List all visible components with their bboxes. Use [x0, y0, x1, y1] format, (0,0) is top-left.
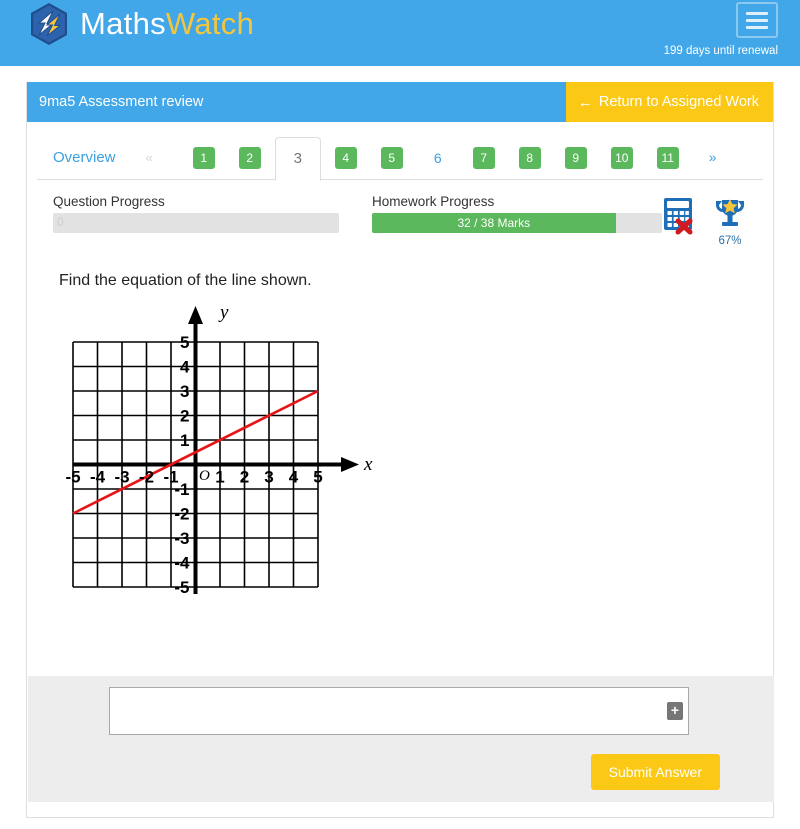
axes — [73, 306, 359, 594]
svg-text:5: 5 — [180, 333, 189, 352]
tab-question-5[interactable]: 5 — [380, 146, 403, 169]
brand-name-primary: Maths — [80, 6, 166, 41]
svg-text:1: 1 — [180, 431, 189, 450]
tab-next-page[interactable]: » — [699, 136, 727, 179]
assessment-card: 9ma5 Assessment review ← Return to Assig… — [26, 82, 774, 818]
y-axis-label: y — [218, 302, 229, 323]
tab-question-7[interactable]: 7 — [472, 146, 495, 169]
hamburger-bar — [746, 18, 768, 22]
status-badges: 67% — [661, 196, 749, 247]
question-progress: Question Progress 0 — [53, 194, 339, 233]
return-button-label: Return to Assigned Work — [598, 94, 759, 110]
brand-name-secondary: Watch — [165, 6, 255, 41]
hamburger-bar — [746, 25, 768, 29]
trophy-star-icon — [716, 199, 744, 226]
question-progress-bar: 0 — [53, 213, 339, 233]
tab-question-3[interactable]: 3 — [274, 136, 321, 181]
tab-question-4[interactable]: 4 — [334, 146, 357, 169]
answer-zone: + — [28, 676, 774, 746]
question-progress-value: 0 — [57, 215, 64, 229]
app-header: MathsWatch 199 days until renewal — [0, 0, 800, 66]
svg-text:2: 2 — [240, 468, 249, 487]
return-to-assigned-work-button[interactable]: ← Return to Assigned Work — [565, 82, 773, 122]
svg-text:-4: -4 — [174, 554, 190, 573]
svg-text:-3: -3 — [174, 529, 189, 548]
hamburger-bar — [746, 11, 768, 15]
tab-overview[interactable]: Overview — [43, 136, 126, 179]
svg-text:5: 5 — [313, 468, 322, 487]
submit-zone: Submit Answer — [28, 746, 774, 802]
answer-input[interactable] — [109, 687, 689, 735]
svg-text:-3: -3 — [114, 468, 129, 487]
mathswatch-hexagon-logo — [28, 2, 70, 46]
submit-answer-button[interactable]: Submit Answer — [590, 754, 720, 790]
progress-area: Question Progress 0 Homework Progress 32… — [27, 194, 773, 254]
svg-text:-5: -5 — [65, 468, 80, 487]
y-axis-arrow — [188, 306, 203, 324]
svg-text:-2: -2 — [174, 505, 189, 524]
question-prompt: Find the equation of the line shown. — [59, 272, 312, 289]
svg-text:-4: -4 — [90, 468, 106, 487]
svg-text:4: 4 — [180, 358, 190, 377]
svg-text:2: 2 — [180, 407, 189, 426]
tab-question-9[interactable]: 9 — [564, 146, 587, 169]
page-title: 9ma5 Assessment review — [27, 82, 566, 122]
svg-text:3: 3 — [180, 382, 189, 401]
insert-symbol-button[interactable]: + — [667, 702, 683, 720]
svg-text:-1: -1 — [174, 480, 189, 499]
tab-question-2[interactable]: 2 — [238, 146, 261, 169]
svg-text:-2: -2 — [139, 468, 154, 487]
hamburger-menu-icon[interactable] — [736, 2, 778, 38]
calculator-badge — [661, 196, 701, 236]
svg-text:3: 3 — [264, 468, 273, 487]
renewal-notice: 199 days until renewal — [663, 45, 778, 57]
tab-prev-page[interactable]: « — [136, 136, 163, 179]
svg-text:-5: -5 — [174, 578, 189, 597]
homework-progress-bar: 32 / 38 Marks — [372, 213, 662, 233]
homework-progress: Homework Progress 32 / 38 Marks — [372, 194, 662, 233]
coordinate-graph: -5 -4 -3 -2 -1 1 2 3 4 554321-1-2-3-4-5 y x O — [65, 302, 373, 597]
tab-question-6[interactable]: 6 — [427, 147, 449, 169]
svg-text:1: 1 — [215, 468, 224, 487]
svg-text:4: 4 — [289, 468, 299, 487]
question-tabs: Overview « 1 2 3 4 5 6 7 8 9 10 11 » — [37, 136, 763, 181]
trophy-percent: 67% — [718, 235, 742, 247]
brand-logo-text: MathsWatch — [80, 6, 254, 42]
question-graph: -5 -4 -3 -2 -1 1 2 3 4 5 5 4 3 2 1 -1 -2 -3 -4 -5 y x O — [57, 302, 377, 602]
x-axis-label: x — [363, 454, 373, 475]
card-header: 9ma5 Assessment review ← Return to Assig… — [27, 82, 773, 122]
tab-question-8[interactable]: 8 — [518, 146, 541, 169]
origin-label: O — [199, 468, 210, 484]
homework-progress-label: Homework Progress — [372, 194, 495, 209]
calculator-not-allowed-icon — [664, 198, 693, 235]
question-progress-label: Question Progress — [53, 194, 165, 209]
x-axis-arrow — [341, 457, 359, 472]
tab-question-1[interactable]: 1 — [192, 146, 215, 169]
tab-question-10[interactable]: 10 — [610, 146, 633, 169]
tab-question-11[interactable]: 11 — [656, 146, 679, 169]
arrow-left-icon: ← — [577, 93, 593, 111]
homework-progress-value: 32 / 38 Marks — [372, 213, 616, 233]
trophy-badge: 67% — [711, 196, 749, 247]
brand-logo[interactable]: MathsWatch — [28, 2, 254, 46]
